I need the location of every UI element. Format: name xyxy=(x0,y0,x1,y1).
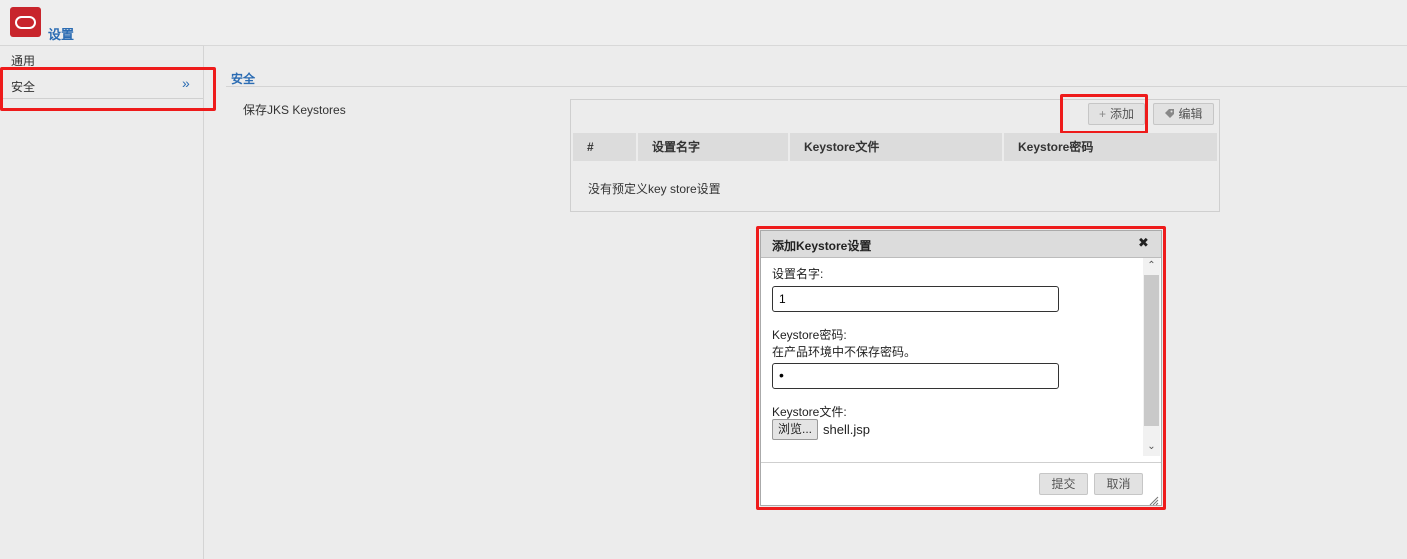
double-chevron-right-icon: » xyxy=(182,75,190,91)
dialog-title: 添加Keystore设置 xyxy=(772,239,872,253)
sidebar-divider xyxy=(3,98,203,99)
app-title: 设置 xyxy=(48,27,75,42)
column-header-file: Keystore文件 xyxy=(790,133,1004,161)
scroll-down-icon[interactable]: ⌄ xyxy=(1143,441,1160,455)
content-divider xyxy=(204,45,1407,46)
sidebar-item-label: 安全 xyxy=(11,80,36,94)
dialog-footer-divider xyxy=(761,462,1161,463)
top-bar xyxy=(0,0,1407,46)
table-empty-message: 没有预定义key store设置 xyxy=(588,182,721,196)
selected-file-name: shell.jsp xyxy=(823,422,870,437)
plus-icon: + xyxy=(1098,107,1106,121)
add-button[interactable]: + 添加 xyxy=(1088,103,1145,125)
oracle-logo-icon xyxy=(10,7,41,37)
column-header-password: Keystore密码 xyxy=(1004,133,1217,161)
password-note: 在产品环境中不保存密码。 xyxy=(772,345,917,359)
sidebar-item-general[interactable]: 通用 xyxy=(11,52,35,69)
password-label: Keystore密码: xyxy=(772,328,847,342)
name-label: 设置名字: xyxy=(772,267,824,281)
tag-icon xyxy=(1165,109,1175,118)
table-header: # 设置名字 Keystore文件 Keystore密码 xyxy=(573,133,1217,161)
edit-button-label: 编辑 xyxy=(1178,107,1203,121)
scrollbar-thumb[interactable] xyxy=(1144,275,1159,426)
scroll-up-icon[interactable]: ⌃ xyxy=(1143,260,1160,274)
column-header-index: # xyxy=(573,133,638,161)
name-field[interactable]: 1 xyxy=(772,286,1059,312)
resize-grip-icon[interactable] xyxy=(1147,494,1159,506)
cancel-button[interactable]: 取消 xyxy=(1094,473,1143,495)
edit-button[interactable]: 编辑 xyxy=(1153,103,1214,125)
sidebar xyxy=(0,46,204,559)
sidebar-item-security[interactable]: 安全 » xyxy=(3,71,213,99)
add-button-label: 添加 xyxy=(1110,107,1135,121)
password-field[interactable]: • xyxy=(772,363,1059,389)
keystores-label: 保存JKS Keystores xyxy=(243,103,346,117)
submit-button[interactable]: 提交 xyxy=(1039,473,1088,495)
column-header-name: 设置名字 xyxy=(638,133,790,161)
file-label: Keystore文件: xyxy=(772,405,847,419)
section-divider xyxy=(226,86,1407,87)
browse-button[interactable]: 浏览... xyxy=(772,419,818,440)
section-title: 安全 xyxy=(231,72,256,86)
close-icon[interactable]: ✖ xyxy=(1138,235,1149,251)
